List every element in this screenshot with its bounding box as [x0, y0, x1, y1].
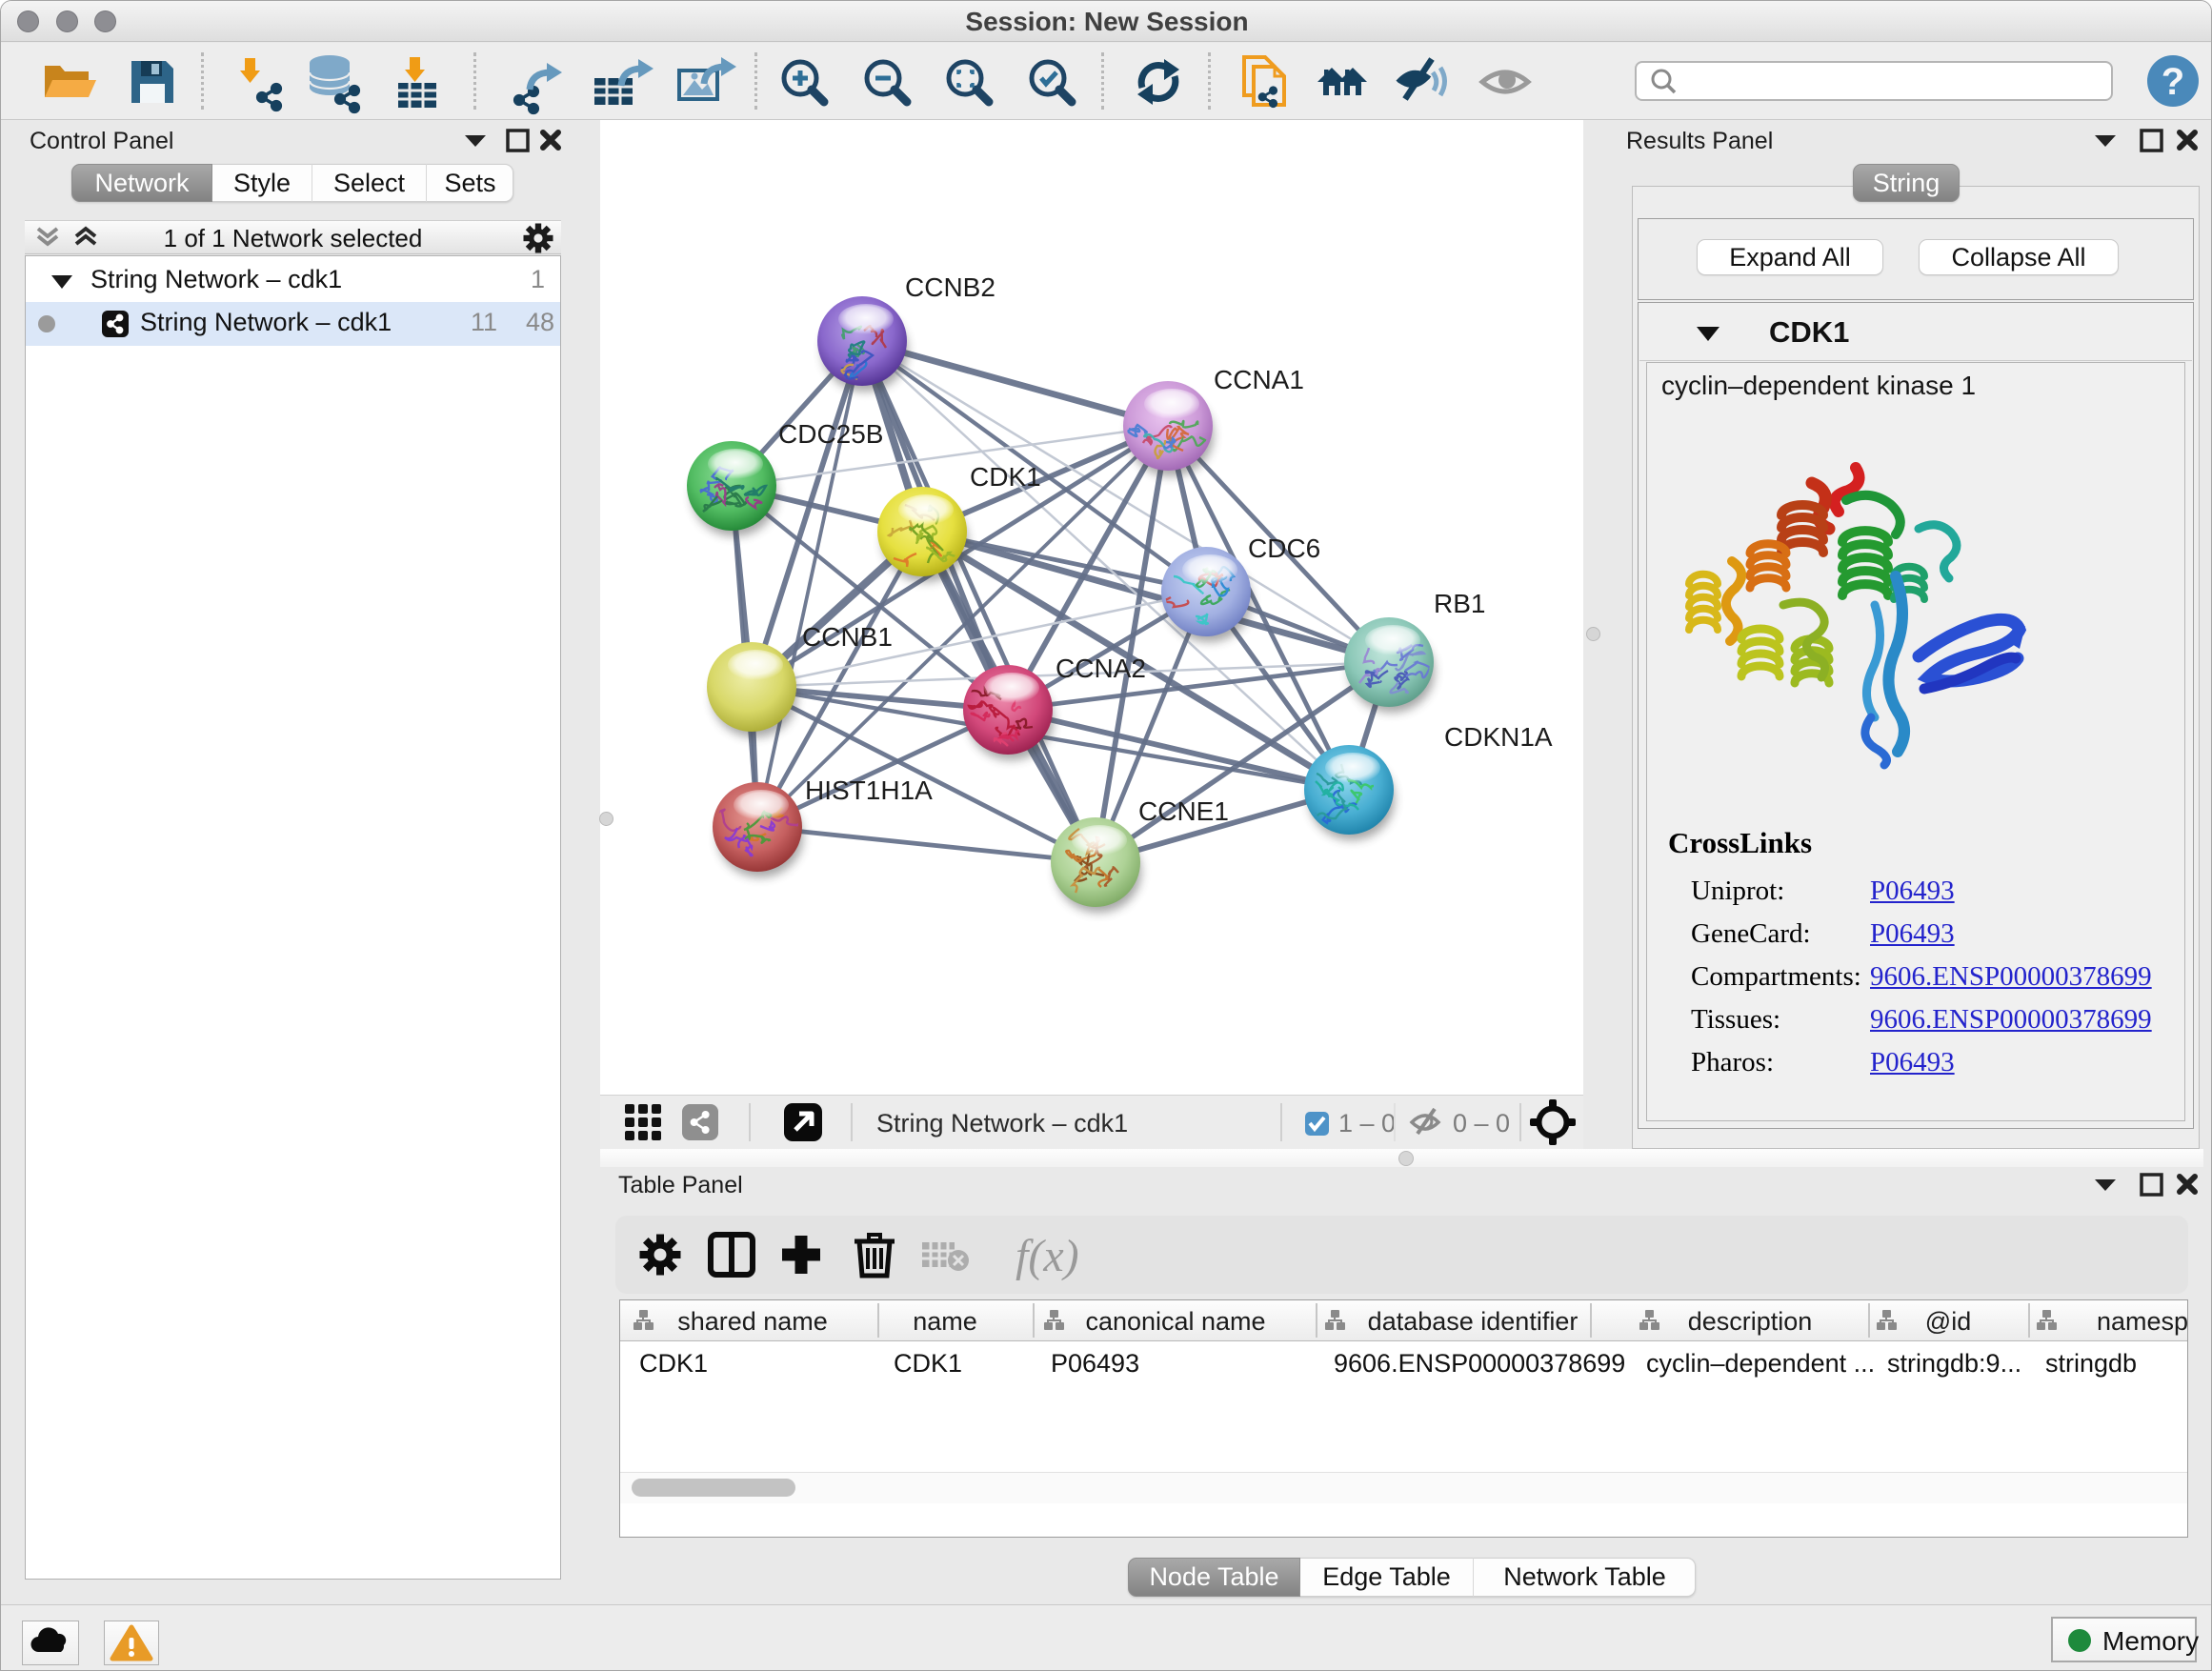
svg-text:HIST1H1A: HIST1H1A: [805, 775, 933, 805]
svg-text:f(x): f(x): [1016, 1231, 1079, 1281]
svg-text:canonical name: canonical name: [1085, 1307, 1265, 1336]
svg-text:?: ?: [2162, 61, 2184, 103]
svg-text:P06493: P06493: [1051, 1349, 1139, 1378]
svg-text:9606.ENSP00000378699: 9606.ENSP00000378699: [1334, 1349, 1625, 1378]
svg-text:@id: @id: [1925, 1307, 1971, 1336]
svg-text:CDKN1A: CDKN1A: [1444, 722, 1553, 752]
svg-text:database identifier: database identifier: [1368, 1307, 1579, 1336]
svg-text:CCNE1: CCNE1: [1138, 796, 1229, 826]
svg-text:RB1: RB1: [1434, 589, 1485, 618]
svg-text:String Network – cdk1: String Network – cdk1: [876, 1109, 1128, 1137]
svg-text:stringdb: stringdb: [2045, 1349, 2137, 1378]
svg-text:CCNB1: CCNB1: [802, 622, 893, 652]
svg-text:CDC25B: CDC25B: [778, 419, 883, 449]
svg-text:name: name: [913, 1307, 977, 1336]
svg-text:CCNA1: CCNA1: [1214, 365, 1304, 394]
svg-text:stringdb:9...: stringdb:9...: [1887, 1349, 2021, 1378]
svg-text:namespace: namespace: [2097, 1307, 2188, 1336]
svg-text:CDK1: CDK1: [970, 462, 1041, 492]
svg-text:CCNB2: CCNB2: [905, 272, 995, 302]
svg-text:shared name: shared name: [677, 1307, 828, 1336]
svg-text:CDC6: CDC6: [1248, 534, 1320, 563]
svg-text:1 – 0: 1 – 0: [1338, 1109, 1396, 1137]
svg-text:CDK1: CDK1: [639, 1349, 708, 1378]
svg-text:cyclin–dependent ...: cyclin–dependent ...: [1646, 1349, 1875, 1378]
svg-text:0 – 0: 0 – 0: [1453, 1109, 1510, 1137]
svg-text:CDK1: CDK1: [894, 1349, 962, 1378]
svg-text:description: description: [1688, 1307, 1813, 1336]
svg-text:CCNA2: CCNA2: [1056, 654, 1146, 683]
